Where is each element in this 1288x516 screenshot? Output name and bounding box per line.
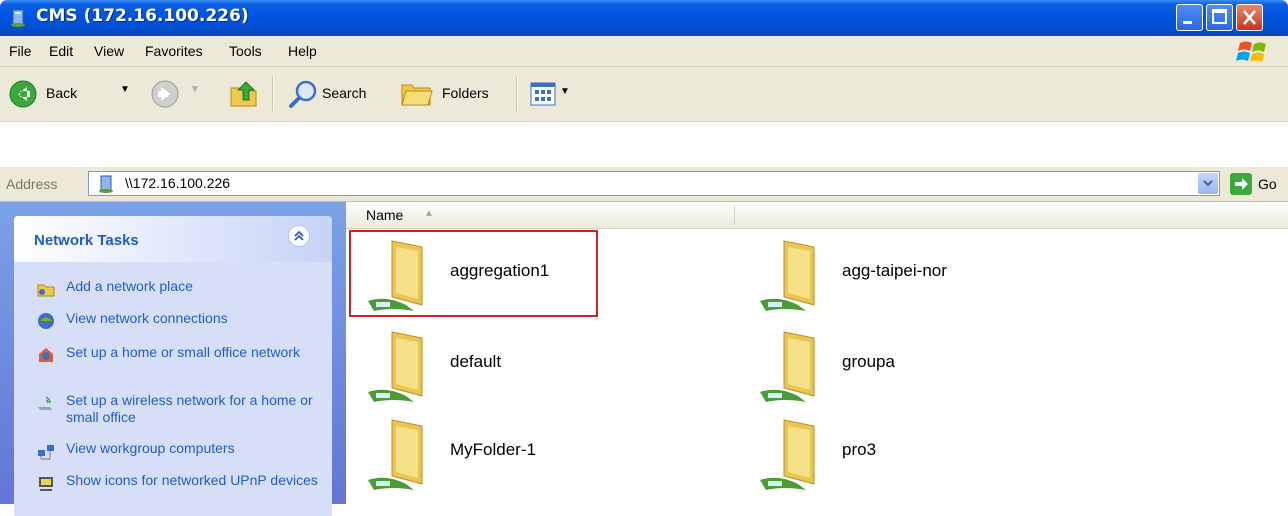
task-label: Set up a home or small office network bbox=[66, 344, 300, 360]
shared-folder-icon bbox=[368, 240, 423, 311]
task-label: View network connections bbox=[66, 310, 228, 326]
maximize-button[interactable] bbox=[1206, 4, 1233, 31]
address-label: Address bbox=[6, 176, 58, 192]
wireless-network-icon bbox=[38, 396, 52, 410]
sort-ascending-icon: ▲ bbox=[424, 208, 434, 219]
search-icon bbox=[289, 80, 317, 108]
back-arrow-icon bbox=[9, 80, 37, 108]
minimize-icon bbox=[1183, 21, 1192, 24]
folders-label: Folders bbox=[442, 85, 489, 101]
maximize-icon bbox=[1212, 9, 1227, 24]
column-header-row: Name ▲ bbox=[346, 202, 1288, 229]
folder-name: groupa bbox=[842, 352, 895, 371]
forward-button[interactable]: ▼ bbox=[150, 77, 210, 111]
task-pane: Network Tasks Add a network place View n… bbox=[0, 202, 346, 516]
shared-folder[interactable]: default bbox=[356, 326, 676, 402]
go-label: Go bbox=[1258, 176, 1277, 192]
window-title: CMS (172.16.100.226) bbox=[36, 6, 249, 26]
network-connections-icon bbox=[38, 313, 54, 329]
network-tasks-panel: Network Tasks Add a network place View n… bbox=[14, 216, 332, 516]
menu-favorites[interactable]: Favorites bbox=[145, 43, 203, 59]
chevron-up-double-icon bbox=[294, 230, 304, 241]
shared-folder-icon bbox=[368, 419, 423, 490]
shared-folder[interactable]: MyFolder-1 bbox=[356, 414, 676, 490]
forward-dropdown-icon[interactable]: ▼ bbox=[190, 84, 200, 95]
task-label: Add a network place bbox=[66, 278, 193, 294]
shared-folder-icon bbox=[760, 331, 815, 402]
minimize-button[interactable] bbox=[1176, 4, 1203, 31]
name-column-header[interactable]: Name ▲ bbox=[346, 202, 734, 228]
go-arrow-icon bbox=[1230, 173, 1252, 195]
views-dropdown-icon[interactable]: ▼ bbox=[560, 86, 570, 97]
menu-tools[interactable]: Tools bbox=[229, 43, 262, 59]
folder-name: MyFolder-1 bbox=[450, 440, 536, 459]
task-label: Set up a wireless network for a home or … bbox=[66, 392, 313, 425]
up-folder-icon[interactable] bbox=[228, 78, 260, 110]
close-button[interactable] bbox=[1236, 4, 1263, 31]
folder-name: aggregation1 bbox=[450, 261, 550, 280]
folders-button[interactable]: Folders bbox=[400, 77, 508, 111]
forward-arrow-icon bbox=[151, 80, 179, 108]
shared-folder-icon bbox=[368, 331, 423, 402]
folder-name: pro3 bbox=[842, 440, 877, 459]
add-network-place-icon bbox=[37, 284, 55, 297]
collapse-button[interactable] bbox=[288, 225, 310, 247]
close-icon bbox=[1243, 10, 1256, 25]
shared-folder[interactable]: pro3 bbox=[748, 414, 1068, 490]
menu-edit[interactable]: Edit bbox=[49, 43, 73, 59]
folders-icon bbox=[401, 84, 433, 106]
windows-logo-icon bbox=[1236, 41, 1266, 62]
views-icon bbox=[530, 82, 556, 106]
views-button[interactable]: ▼ bbox=[530, 79, 586, 109]
network-tasks-title: Network Tasks bbox=[34, 232, 139, 249]
task-label: Show icons for networked UPnP devices bbox=[66, 472, 318, 488]
shared-folder[interactable]: agg-taipei-nor bbox=[748, 235, 1068, 311]
shared-folder-icon bbox=[760, 240, 815, 311]
standard-toolbar: Back ▼ ▼ Search Folders ▼ bbox=[0, 67, 1288, 122]
task-label: View workgroup computers bbox=[66, 440, 235, 456]
search-label: Search bbox=[322, 85, 367, 101]
address-bar: Address \\172.16.100.226 Go bbox=[0, 167, 1288, 202]
workgroup-computers-icon bbox=[38, 445, 54, 460]
network-share-icon bbox=[99, 175, 113, 193]
folder-name: default bbox=[450, 352, 502, 371]
address-field[interactable]: \\172.16.100.226 bbox=[88, 171, 1220, 196]
address-value: \\172.16.100.226 bbox=[125, 175, 231, 191]
menu-bar: File Edit View Favorites Tools Help bbox=[0, 36, 1288, 67]
menu-help[interactable]: Help bbox=[288, 43, 317, 59]
back-dropdown-icon[interactable]: ▼ bbox=[120, 84, 130, 95]
shared-folder[interactable]: aggregation1 bbox=[356, 235, 676, 311]
title-bar[interactable]: CMS (172.16.100.226) bbox=[0, 0, 1288, 36]
shared-folder-icon bbox=[760, 419, 815, 490]
name-column-label: Name bbox=[366, 207, 404, 223]
address-dropdown-button[interactable] bbox=[1198, 173, 1218, 194]
back-label: Back bbox=[46, 85, 78, 101]
shared-folder[interactable]: groupa bbox=[748, 326, 1068, 402]
back-button[interactable]: Back ▼ bbox=[8, 77, 140, 111]
menu-view[interactable]: View bbox=[94, 43, 124, 59]
upnp-devices-icon bbox=[39, 477, 53, 491]
folder-name: agg-taipei-nor bbox=[842, 261, 947, 280]
search-button[interactable]: Search bbox=[288, 77, 388, 111]
menu-file[interactable]: File bbox=[9, 43, 32, 59]
chevron-down-icon bbox=[1203, 180, 1213, 187]
home-network-icon bbox=[39, 348, 53, 362]
network-share-icon bbox=[11, 9, 25, 27]
network-tasks-header[interactable]: Network Tasks bbox=[14, 216, 332, 262]
